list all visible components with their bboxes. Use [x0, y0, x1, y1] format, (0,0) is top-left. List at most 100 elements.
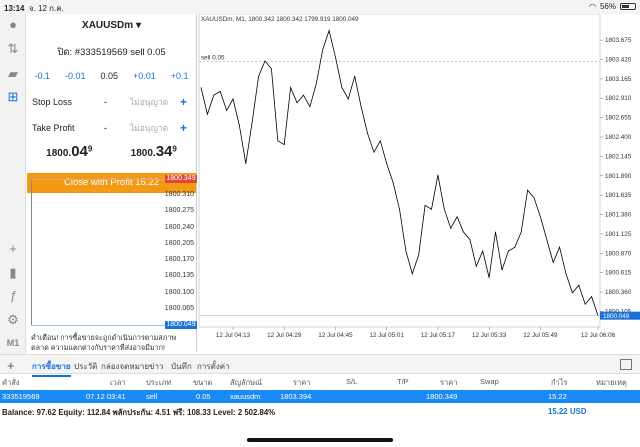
x-tick-label: 12 Jul 05:49 — [523, 332, 558, 339]
col-swap: Swap — [480, 377, 499, 386]
price-point — [347, 98, 349, 100]
cell-volume: 0.05 — [196, 392, 211, 401]
add-icon[interactable]: + — [7, 358, 15, 373]
price-point — [591, 296, 592, 297]
cell-time: 07.12 03:41 — [86, 392, 126, 401]
new-order-icon[interactable]: ⊞ — [4, 88, 22, 106]
col-tp: T/P — [397, 377, 409, 386]
y-tick-label: 1801.635 — [605, 192, 632, 199]
cell-current-price: 1800.349 — [426, 392, 458, 401]
account-summary: Balance: 97.62 Equity: 112.84 พลักประกัน… — [0, 406, 640, 418]
col-symbol: สัญลักษณ์ — [230, 378, 263, 387]
y-tick-label: 1802.910 — [605, 95, 632, 102]
price-row: 1800.049 1800.349 — [27, 143, 196, 169]
price-point — [309, 106, 311, 107]
price-point — [533, 197, 535, 199]
price-point — [488, 277, 490, 278]
left-toolbar: ● ⇅ ▰ ⊞ + ▮ ƒ ⚙ M1 — [0, 14, 26, 354]
indicators-icon[interactable]: ƒ — [4, 287, 22, 305]
price-point — [463, 231, 464, 233]
objects-icon[interactable]: ⚙ — [4, 311, 22, 329]
cell-type: sell — [146, 392, 158, 401]
timeframe-button[interactable]: M1 — [4, 334, 22, 352]
price-point — [431, 208, 432, 210]
tab-journal[interactable]: บันทึก — [171, 360, 192, 373]
step-minus-01[interactable]: -0.1 — [34, 71, 50, 81]
y-tick-label: 1800.360 — [605, 289, 632, 296]
price-point — [207, 113, 208, 115]
depth-price-label: 1800.135 — [164, 272, 194, 280]
price-point — [507, 250, 509, 252]
price-point — [341, 87, 343, 88]
price-point — [437, 174, 439, 176]
price-point — [277, 140, 279, 142]
status-right: ◠ 56% — [589, 2, 636, 11]
col-current-price: ราคา — [440, 378, 458, 387]
price-point — [392, 182, 394, 184]
x-tick-label: 12 Jul 04:13 — [216, 332, 251, 339]
quotes-arrows-icon[interactable]: ⇅ — [4, 40, 22, 58]
price-point — [296, 102, 298, 104]
stop-loss-minus-button[interactable]: - — [104, 97, 118, 107]
y-tick-label: 1802.145 — [605, 153, 632, 160]
price-point — [514, 246, 516, 248]
price-point — [546, 239, 548, 241]
y-tick-label: 1802.400 — [605, 134, 632, 141]
y-tick-label: 1800.870 — [605, 250, 632, 257]
stop-loss-plus-button[interactable]: + — [180, 95, 187, 109]
price-point — [335, 56, 336, 58]
price-point — [219, 91, 221, 92]
home-indicator[interactable] — [247, 438, 393, 442]
y-tick-label: 1802.655 — [605, 115, 632, 122]
panel-layout-icon[interactable] — [620, 359, 632, 370]
cell-profit: 15.22 — [548, 392, 567, 401]
tab-news[interactable]: ข่าว — [149, 360, 163, 373]
y-tick-label: 1801.125 — [605, 231, 632, 238]
take-profit-plus-button[interactable]: + — [180, 121, 187, 135]
depth-price-label: 1800.275 — [164, 207, 194, 215]
step-plus-01[interactable]: +0.1 — [171, 71, 189, 81]
bid-price-tag-label: 1800.049 — [603, 313, 630, 320]
status-bar: 13:14 จ. 12 ก.ค. ◠ 56% — [0, 0, 640, 14]
stop-loss-row: Stop Loss - ไม่อนุญาต + — [27, 91, 196, 113]
stop-loss-input[interactable]: ไม่อนุญาต — [118, 95, 180, 109]
account-icon[interactable]: ● — [4, 16, 22, 34]
price-chart[interactable]: XAUUSDm, M1, 1800.342 1800.342 1799.919 … — [198, 14, 640, 352]
tab-history[interactable]: ประวัติ — [74, 360, 97, 373]
depth-price-label: 1800.049 — [165, 321, 197, 329]
depth-price-label: 1800.100 — [164, 288, 194, 296]
chart-type-icon[interactable]: ▮ — [4, 264, 22, 282]
y-tick-label: 1800.615 — [605, 270, 632, 277]
crosshair-icon[interactable]: + — [4, 240, 22, 258]
battery-icon — [620, 3, 636, 10]
y-tick-label: 1801.380 — [605, 212, 632, 219]
price-point — [315, 83, 317, 85]
step-minus-001[interactable]: -0.01 — [65, 71, 86, 81]
y-tick-label: 1803.420 — [605, 56, 632, 63]
volume-value[interactable]: 0.05 — [100, 71, 118, 81]
symbol-selector[interactable]: XAUUSDm ▾ — [27, 14, 196, 38]
depth-price-label: 1800.349 — [165, 175, 197, 183]
take-profit-input[interactable]: ไม่อนุญาต — [118, 121, 180, 135]
price-point — [443, 208, 445, 210]
chart-title: XAUUSDm, M1, 1800.342 1800.342 1799.919 … — [201, 16, 359, 23]
table-row[interactable]: 333519569 07.12 03:41 sell 0.05 xauusdm … — [0, 390, 640, 403]
ticket-label: ปิด: #333519569 sell 0.05 — [57, 47, 166, 58]
x-tick-label: 12 Jul 05:33 — [472, 332, 507, 339]
depth-price-label: 1800.205 — [164, 239, 194, 247]
tab-settings[interactable]: การตั้งค่า — [197, 360, 230, 373]
step-plus-001[interactable]: +0.01 — [133, 71, 156, 81]
tab-mailbox[interactable]: กล่องจดหมาย — [101, 360, 149, 373]
col-time: เวลา — [110, 378, 126, 387]
price-point — [565, 273, 567, 275]
cell-order: 333519569 — [2, 392, 40, 401]
price-point — [584, 303, 586, 305]
stop-loss-label: Stop Loss — [32, 97, 73, 107]
price-point — [475, 265, 477, 267]
bottom-area — [0, 419, 640, 447]
price-point — [379, 140, 381, 142]
take-profit-minus-button[interactable]: - — [104, 123, 118, 133]
price-point — [290, 87, 292, 88]
chat-icon[interactable]: ▰ — [4, 65, 22, 83]
x-tick-label: 12 Jul 04:29 — [267, 332, 302, 339]
